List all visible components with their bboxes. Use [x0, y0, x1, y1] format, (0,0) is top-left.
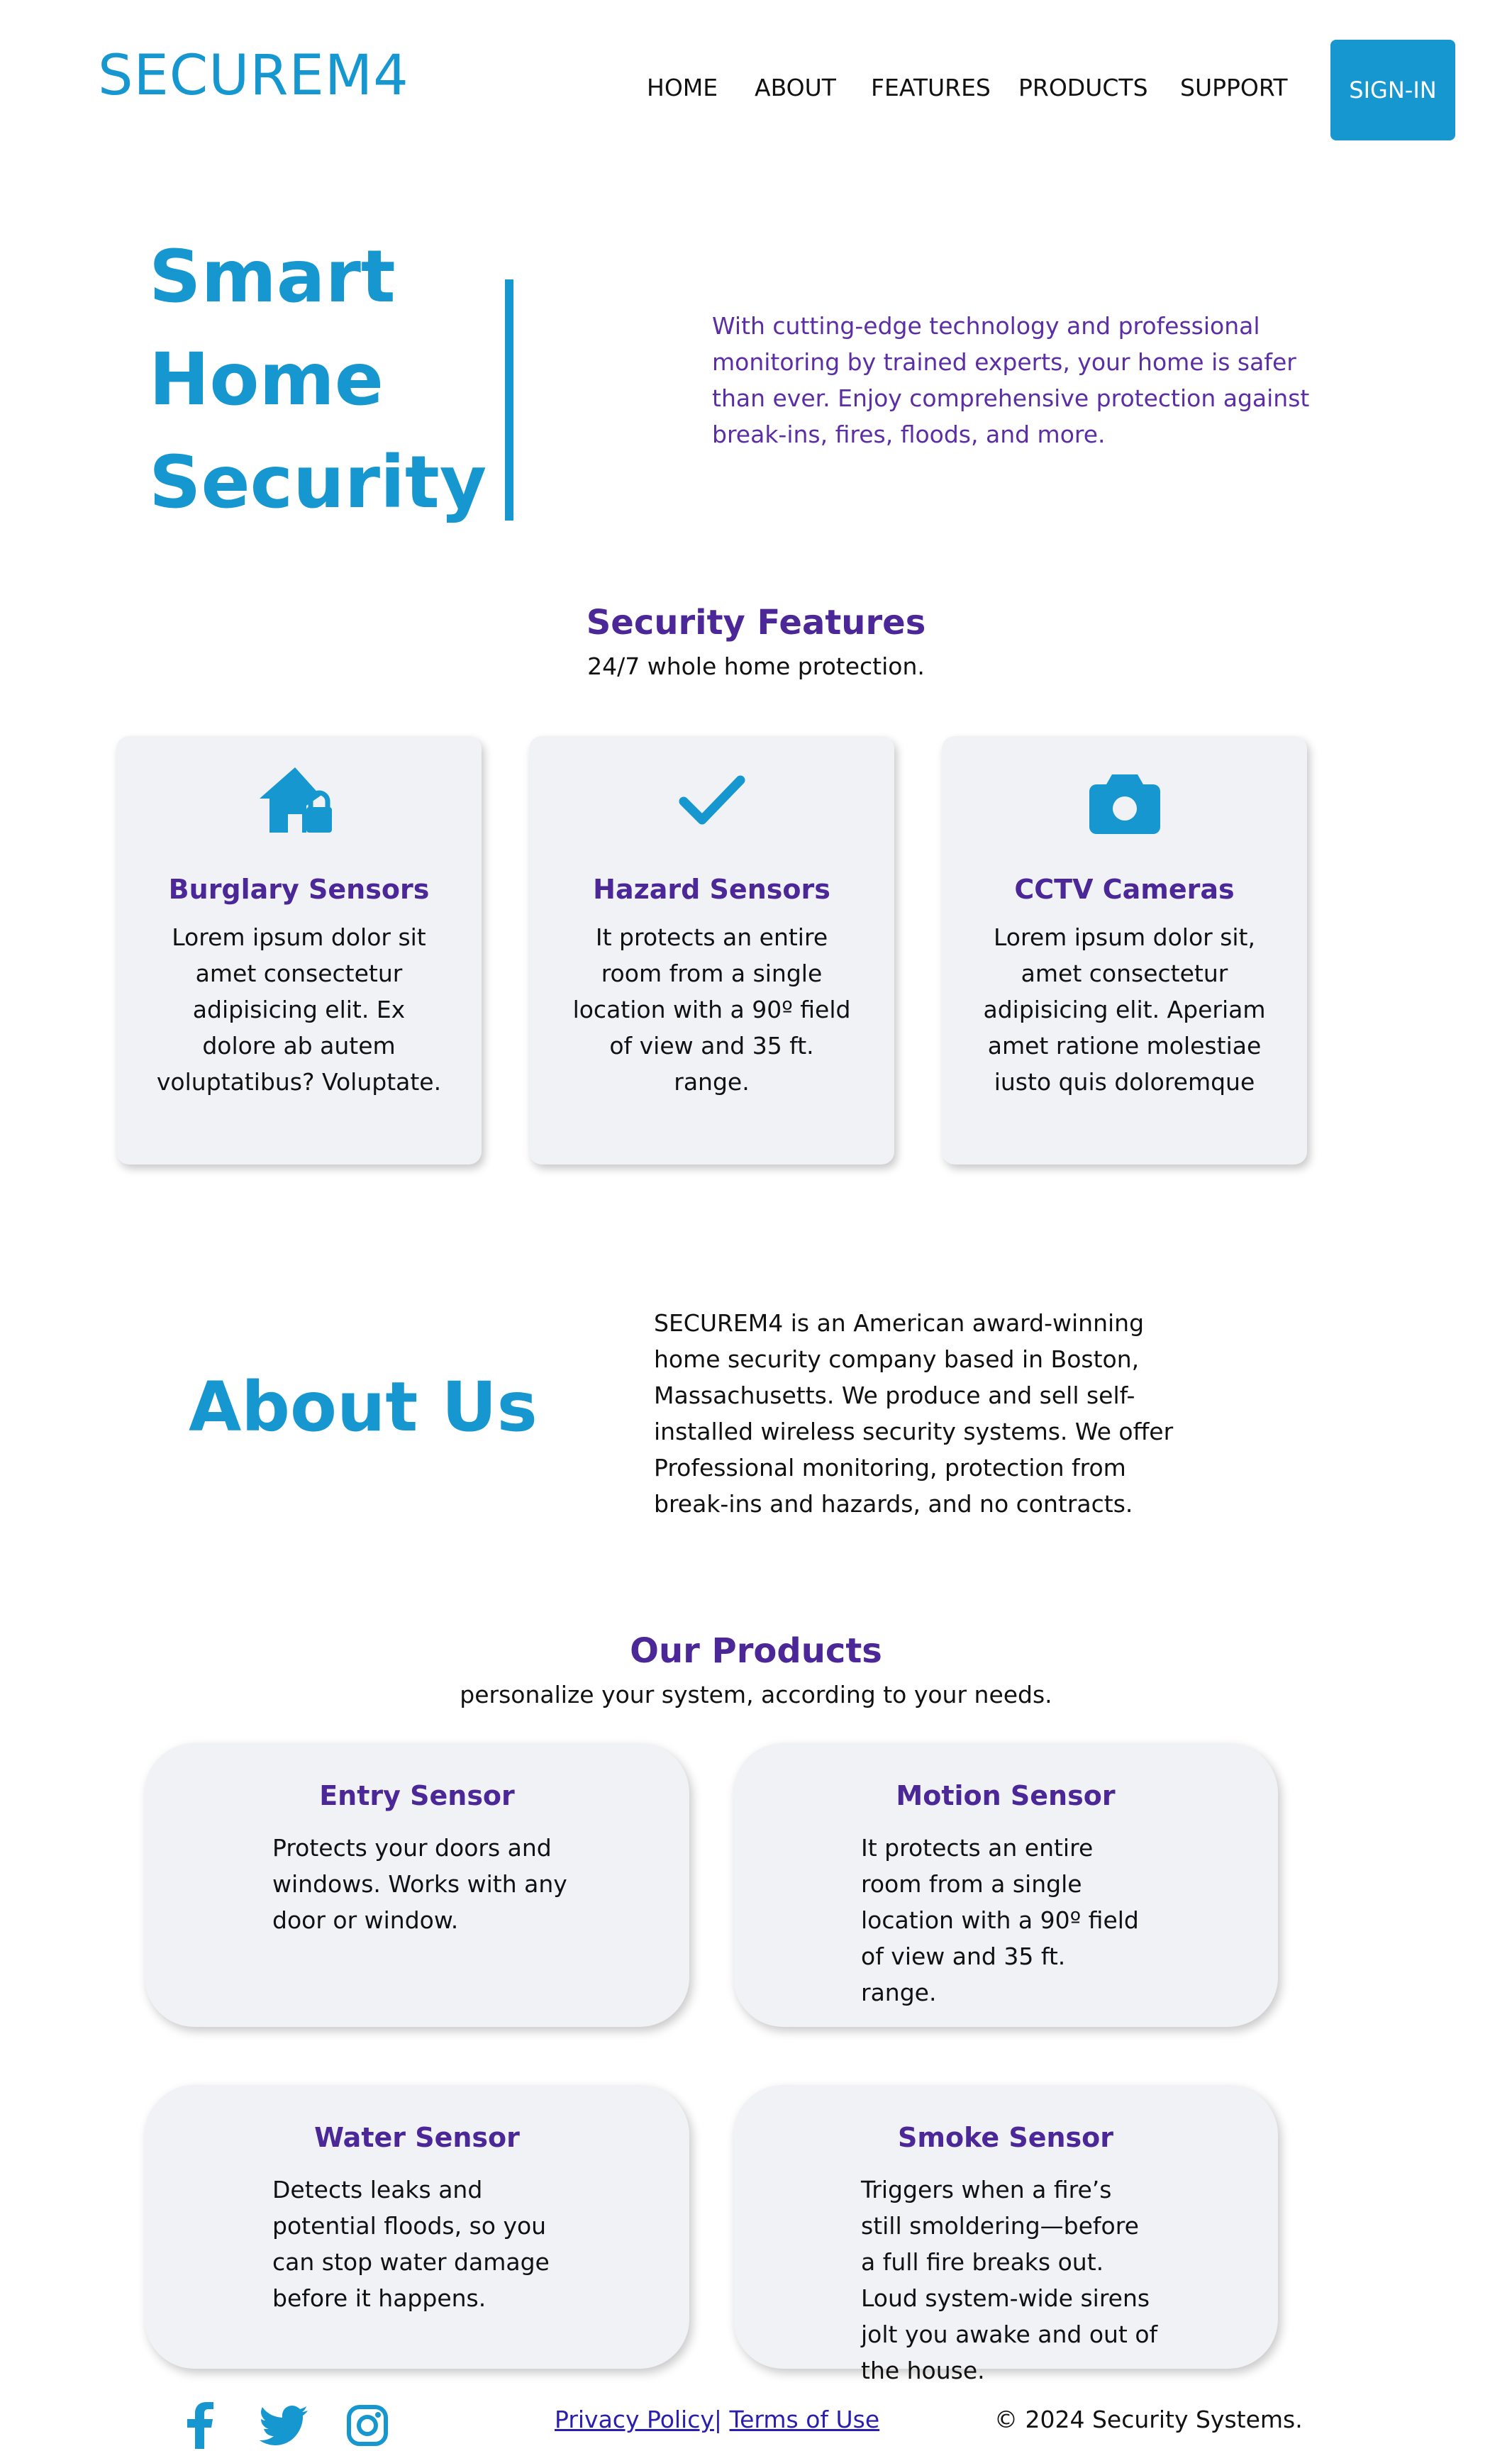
footer-links: Privacy Policy| Terms of Use: [555, 2406, 879, 2433]
feature-description: Lorem ipsum dolor sit, amet consectetur …: [983, 923, 1266, 1096]
footer-separator: |: [713, 2406, 723, 2433]
hero-title-line: Smart: [149, 235, 396, 319]
product-card-smoke: Smoke Sensor Triggers when a fire’s stil…: [733, 2085, 1278, 2384]
product-description: Triggers when a fire’s still smoldering—…: [861, 2176, 1158, 2384]
hero-title-line: Home: [149, 338, 384, 422]
feature-description: Lorem ipsum dolor sit amet consectetur a…: [156, 923, 442, 1096]
house-lock-icon: [116, 765, 482, 843]
product-description: It protects an entire room from a single…: [861, 1834, 1139, 2006]
facebook-icon[interactable]: [172, 2397, 228, 2451]
feature-card-cctv: CCTV Cameras Lorem ipsum dolor sit, amet…: [942, 736, 1307, 1165]
product-title: Entry Sensor: [319, 1780, 515, 1811]
nav-support[interactable]: SUPPORT: [1180, 74, 1288, 101]
feature-title: CCTV Cameras: [1014, 874, 1235, 905]
product-title: Smoke Sensor: [898, 2122, 1113, 2153]
features-subtitle: 24/7 whole home protection.: [587, 652, 925, 680]
feature-title: Burglary Sensors: [168, 874, 430, 905]
products-subtitle: personalize your system, according to yo…: [460, 1681, 1052, 1708]
product-description: Protects your doors and windows. Works w…: [272, 1834, 567, 1934]
hero-description: With cutting-edge technology and profess…: [712, 312, 1310, 448]
site-logo[interactable]: SECUREM4: [98, 44, 409, 108]
nav-about[interactable]: ABOUT: [755, 74, 836, 101]
hero-title-line: Security: [149, 440, 487, 525]
features-title: Security Features: [586, 603, 926, 643]
check-icon: [529, 765, 894, 843]
nav-features[interactable]: FEATURES: [871, 74, 991, 101]
product-title: Water Sensor: [314, 2122, 520, 2153]
product-card-motion: Motion Sensor It protects an entire room…: [733, 1743, 1278, 2027]
nav-products[interactable]: PRODUCTS: [1018, 74, 1148, 101]
feature-title: Hazard Sensors: [593, 874, 830, 905]
products-title: Our Products: [630, 1631, 882, 1671]
hero-divider: [505, 279, 513, 521]
feature-card-burglary: Burglary Sensors Lorem ipsum dolor sit a…: [116, 736, 482, 1165]
product-card-water: Water Sensor Detects leaks and potential…: [145, 2085, 689, 2369]
privacy-policy-link[interactable]: Privacy Policy: [555, 2406, 714, 2433]
camera-icon: [942, 765, 1307, 843]
feature-description: It protects an entire room from a single…: [572, 923, 851, 1096]
product-card-entry: Entry Sensor Protects your doors and win…: [145, 1743, 689, 2027]
instagram-icon[interactable]: [339, 2397, 396, 2451]
product-title: Motion Sensor: [896, 1780, 1116, 1811]
about-title: About Us: [189, 1367, 538, 1447]
terms-of-use-link[interactable]: Terms of Use: [730, 2406, 880, 2433]
twitter-icon[interactable]: [255, 2397, 312, 2451]
sign-in-button[interactable]: SIGN-IN: [1330, 40, 1455, 140]
feature-card-hazard: Hazard Sensors It protects an entire roo…: [529, 736, 894, 1165]
product-description: Detects leaks and potential floods, so y…: [272, 2176, 550, 2312]
nav-home[interactable]: HOME: [647, 74, 718, 101]
copyright-text: © 2024 Security Systems.: [994, 2406, 1303, 2433]
hero-title: Smart Home Security: [149, 226, 546, 534]
about-description: SECUREM4 is an American award-winning ho…: [654, 1309, 1174, 1518]
